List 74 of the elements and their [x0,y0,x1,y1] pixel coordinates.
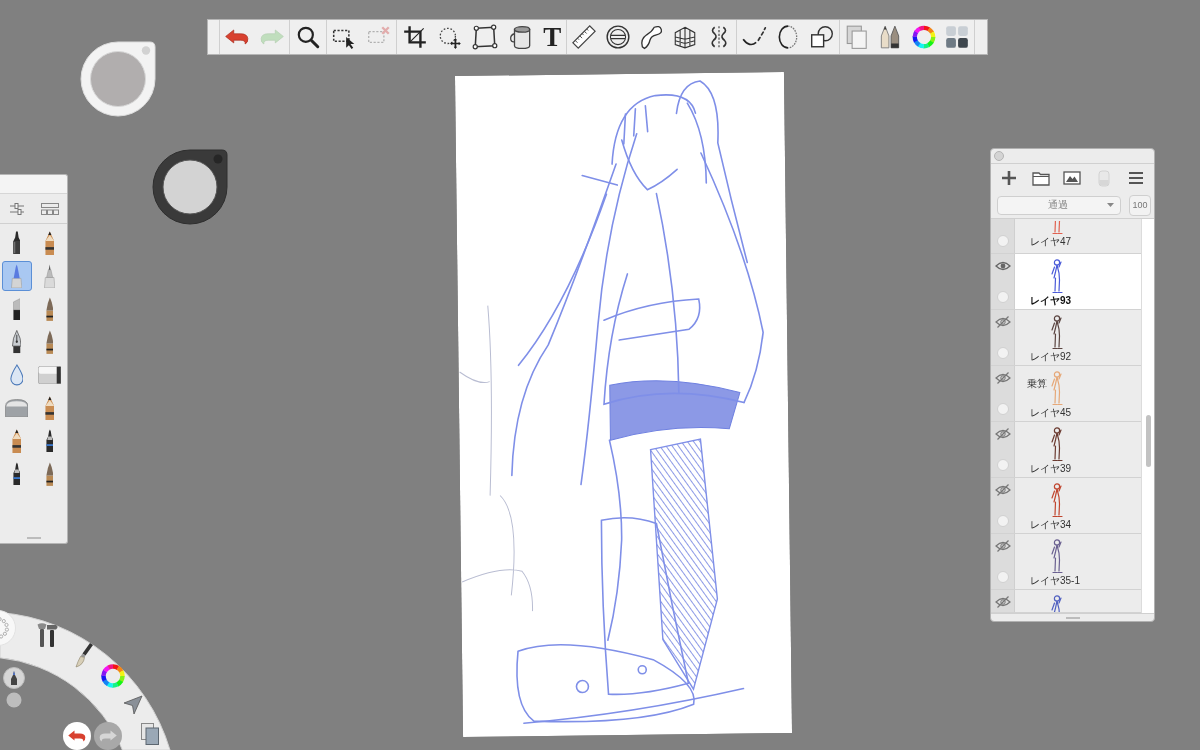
tools-icon[interactable] [36,622,60,648]
tiles-icon[interactable] [40,202,59,215]
layer-row[interactable]: レイヤ47 [991,219,1141,254]
opacity-button[interactable]: 100 [1129,194,1151,216]
toggle-circle-icon[interactable] [996,459,1009,471]
swatch-grid-icon[interactable] [944,24,971,50]
layer-row[interactable]: レイヤ93 [991,254,1141,310]
pen-icon [45,429,54,453]
french-curve-icon[interactable] [638,24,665,50]
layer-row[interactable]: 乗算 レイヤ45 [991,366,1141,422]
chisel-marker-icon [12,297,21,321]
water-drop-icon [9,364,24,386]
pencil-icon [44,395,55,421]
sliders-icon[interactable] [8,201,25,216]
toggle-circle-icon[interactable] [996,235,1009,247]
eye-icon[interactable] [994,260,1011,272]
fountain-pen-nib-icon [11,330,22,354]
felt-pen-icon [12,231,21,255]
color-wheel-icon[interactable] [910,24,937,50]
layer-name: レイヤ93 [1029,295,1072,307]
pencil-icon [11,428,22,454]
dotted-ring-icon[interactable] [0,610,16,646]
layer-row[interactable] [991,590,1141,613]
paintbrush-icon [45,461,54,487]
eye-crossed-icon[interactable] [994,596,1011,608]
drag-handle-icon[interactable] [1065,616,1080,619]
layer-name: レイヤ45 [1029,407,1072,419]
undo-button[interactable] [63,722,91,750]
quad-corners-icon[interactable] [472,24,499,50]
ellipse-guide-icon[interactable] [604,24,631,50]
ballpoint-pen-icon [10,263,23,289]
pencil-icon [44,230,55,256]
layer-name: レイヤ92 [1029,351,1072,363]
toggle-circle-icon[interactable] [996,515,1009,527]
dot-icon[interactable] [6,692,22,708]
layer-row[interactable]: レイヤ34 [991,478,1141,534]
toggle-circle-icon[interactable] [996,571,1009,583]
paintbrush-icon [45,329,54,355]
layer-name: レイヤ35-1 [1029,575,1080,587]
color-wheel-icon[interactable] [100,663,126,689]
text-tool-button[interactable]: T [543,24,562,50]
toggle-circle-icon[interactable] [996,347,1009,359]
pages-icon[interactable] [140,722,160,746]
square-circle-icon[interactable] [809,24,835,50]
toggle-circle-icon[interactable] [996,291,1009,303]
paintbrush-icon [45,296,54,322]
layer-name: レイヤ47 [1029,236,1072,248]
puck-icon[interactable] [152,149,228,225]
eraser-icon [37,365,62,385]
pen-icon [12,462,21,486]
eye-crossed-icon[interactable] [994,316,1011,328]
blend-mode-label: 乗算 [1027,378,1047,389]
eye-crossed-icon[interactable] [994,372,1011,384]
current-brush-icon[interactable] [3,667,25,689]
layer-row[interactable]: レイヤ35-1 [991,534,1141,590]
layer-row[interactable]: レイヤ92 [991,310,1141,366]
eye-crossed-icon[interactable] [994,484,1011,496]
caret-icon [1107,203,1114,207]
arrow-cursor-icon[interactable] [122,694,144,716]
layer-name: レイヤ34 [1029,519,1072,531]
soft-eraser-icon [4,398,29,418]
toggle-circle-icon[interactable] [996,403,1009,415]
image-icon[interactable] [1062,168,1083,188]
layer-row[interactable]: レイヤ39 [991,422,1141,478]
scrollbar-thumb[interactable] [1145,415,1151,467]
eye-crossed-icon[interactable] [994,428,1011,440]
scrollbar[interactable] [1141,219,1154,613]
layer-name: レイヤ39 [1029,463,1072,475]
blend-mode-dropdown[interactable]: 通過 [997,195,1121,215]
search-icon[interactable] [295,24,321,50]
crop-icon[interactable] [401,24,428,50]
drag-handle-icon[interactable] [26,537,41,539]
eye-crossed-icon[interactable] [994,540,1011,552]
technical-pen-icon [43,263,56,289]
